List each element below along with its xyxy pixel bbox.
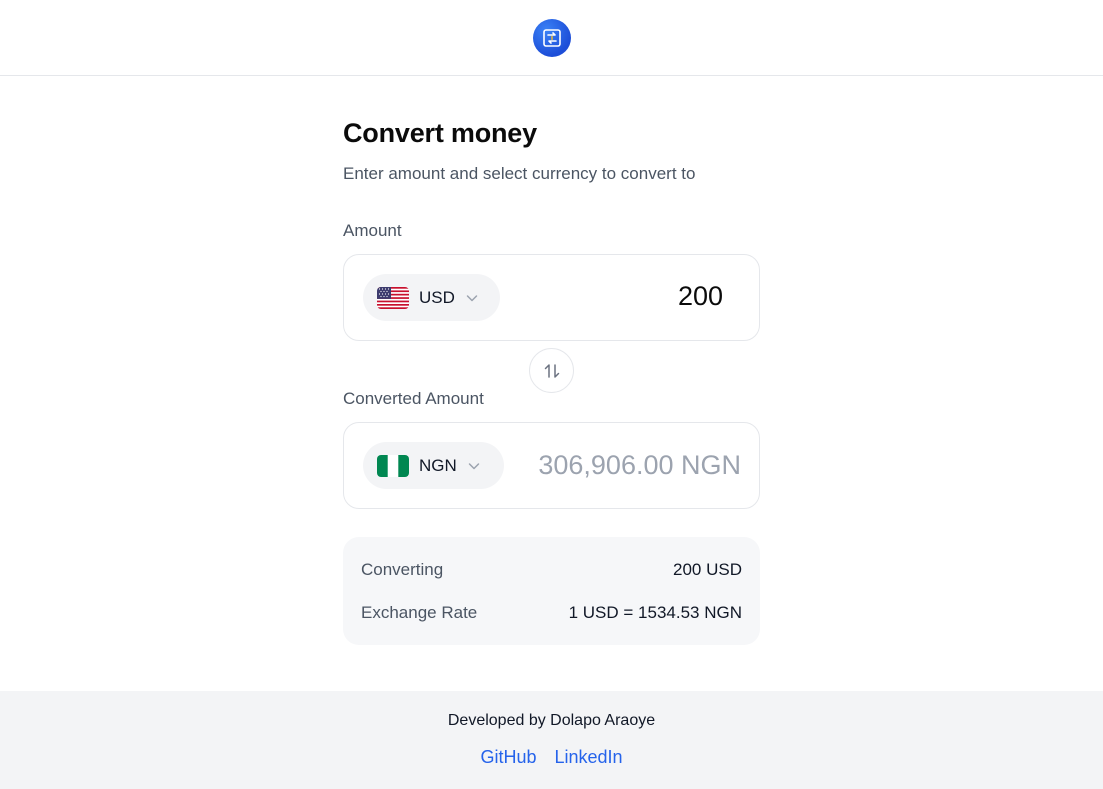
amount-input-box[interactable]: USD 200 (343, 254, 760, 341)
currency-exchange-icon[interactable] (533, 19, 571, 57)
amount-input[interactable]: 200 (678, 281, 723, 312)
amount-label: Amount (343, 221, 402, 240)
page-subtitle: Enter amount and select currency to conv… (343, 164, 696, 183)
exchange-rate-value: 1 USD = 1534.53 NGN (568, 603, 742, 622)
from-currency-code: USD (419, 287, 455, 307)
footer-links: GitHub LinkedIn (0, 747, 1103, 768)
page-title: Convert money (343, 118, 537, 148)
converting-row: Converting 200 USD (361, 560, 742, 580)
ng-flag-icon (377, 454, 409, 477)
swap-button[interactable] (529, 348, 574, 393)
converting-label: Converting (361, 560, 444, 579)
exchange-rate-row: Exchange Rate 1 USD = 1534.53 NGN (361, 603, 742, 623)
converting-value: 200 USD (673, 560, 742, 579)
us-flag-icon (377, 286, 409, 309)
github-link[interactable]: GitHub (480, 747, 536, 768)
to-currency-code: NGN (419, 455, 457, 475)
to-currency-select[interactable]: NGN (363, 442, 504, 489)
converted-amount-label: Converted Amount (343, 389, 484, 408)
top-bar (0, 0, 1103, 76)
converted-amount-value: 306,906.00 NGN (538, 450, 741, 480)
linkedin-link[interactable]: LinkedIn (554, 747, 622, 768)
chevron-down-icon (468, 462, 480, 469)
exchange-rate-label: Exchange Rate (361, 603, 478, 622)
chevron-down-icon (466, 294, 478, 301)
developer-credit: Developed by Dolapo Araoye (447, 712, 656, 729)
swap-arrows-icon (544, 363, 559, 378)
converted-amount-box: NGN 306,906.00 NGN (343, 422, 760, 509)
footer: Developed by Dolapo Araoye GitHub Linked… (0, 691, 1103, 789)
conversion-summary: Converting 200 USD Exchange Rate 1 USD =… (343, 537, 760, 645)
from-currency-select[interactable]: USD (363, 274, 500, 321)
